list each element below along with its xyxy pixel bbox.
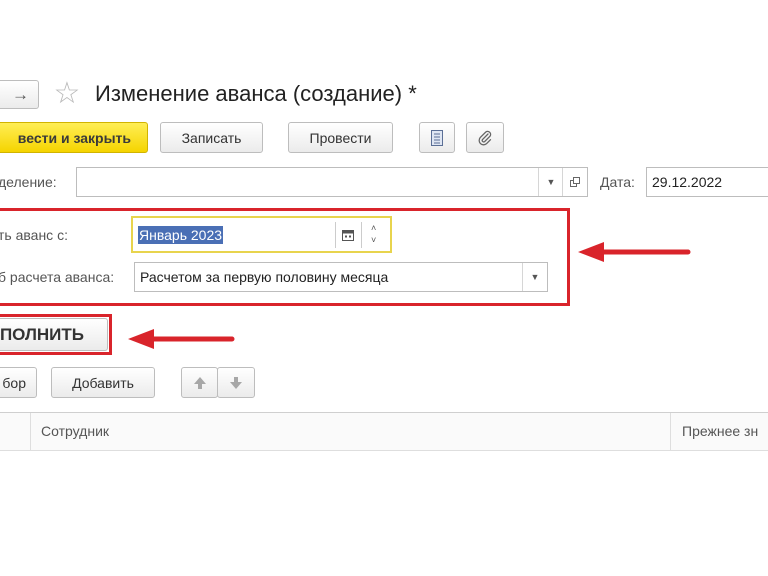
select-button[interactable]: бор: [0, 367, 37, 398]
post-button[interactable]: Провести: [288, 122, 393, 153]
date-field[interactable]: 29.12.2022: [646, 167, 768, 197]
calc-method-value: Расчетом за первую половину месяца: [140, 269, 389, 285]
division-field[interactable]: ▼: [76, 167, 588, 197]
advance-from-label: ть аванс с:: [0, 227, 68, 243]
column-header-label: Прежнее зн: [682, 423, 759, 439]
division-dropdown-button[interactable]: ▼: [538, 168, 563, 196]
red-arrow-annotation: [128, 329, 235, 349]
column-header-label: Сотрудник: [41, 423, 110, 439]
attach-file-button[interactable]: [466, 122, 504, 153]
calc-method-label: б расчета аванса:: [0, 269, 115, 285]
date-label: Дата:: [600, 174, 635, 190]
triangle-down-icon: ▼: [546, 177, 556, 187]
date-value: 29.12.2022: [652, 174, 723, 190]
move-down-button[interactable]: [217, 367, 255, 398]
table-header-row: Сотрудник Прежнее зн: [0, 413, 768, 451]
fill-button[interactable]: ПОЛНИТЬ: [0, 318, 108, 351]
column-header-row-marker[interactable]: [0, 413, 31, 451]
month-stepper[interactable]: ˄ ˅: [361, 222, 387, 248]
fill-button-label: ПОЛНИТЬ: [0, 324, 84, 344]
arrow-down-icon: [230, 376, 242, 389]
advance-from-field[interactable]: Январь 2023 ˄ ˅: [131, 216, 392, 253]
stepper-down-icon[interactable]: ˅: [371, 235, 376, 245]
column-header-employee[interactable]: Сотрудник: [31, 413, 671, 451]
division-open-button[interactable]: [562, 168, 587, 196]
division-label: деление:: [0, 174, 57, 190]
paperclip-icon: [478, 130, 492, 145]
post-and-close-button[interactable]: вести и закрыть: [0, 122, 148, 153]
calc-method-select[interactable]: Расчетом за первую половину месяца ▼: [134, 262, 548, 292]
add-button[interactable]: Добавить: [51, 367, 155, 398]
calendar-icon: [342, 230, 354, 241]
page-title: Изменение аванса (создание) *: [95, 81, 417, 106]
arrow-up-icon: [193, 376, 206, 389]
advance-from-value: Январь 2023: [138, 226, 224, 244]
employees-table: Сотрудник Прежнее зн: [0, 412, 768, 576]
triangle-down-icon: ▼: [530, 272, 540, 282]
red-arrow-annotation: [578, 242, 691, 262]
column-header-previous-value[interactable]: Прежнее зн: [671, 413, 768, 451]
save-button[interactable]: Записать: [160, 122, 263, 153]
move-up-button[interactable]: [181, 367, 218, 398]
stepper-up-icon[interactable]: ˄: [371, 223, 376, 233]
forward-button[interactable]: →: [0, 80, 39, 109]
calc-method-dropdown-button[interactable]: ▼: [522, 263, 547, 291]
calendar-button[interactable]: [335, 222, 360, 248]
open-window-icon: [570, 177, 580, 187]
document-list-icon: [431, 129, 443, 146]
report-button[interactable]: [419, 122, 455, 153]
favorite-star-icon[interactable]: ☆: [52, 78, 82, 110]
arrow-right-icon: →: [12, 84, 29, 104]
